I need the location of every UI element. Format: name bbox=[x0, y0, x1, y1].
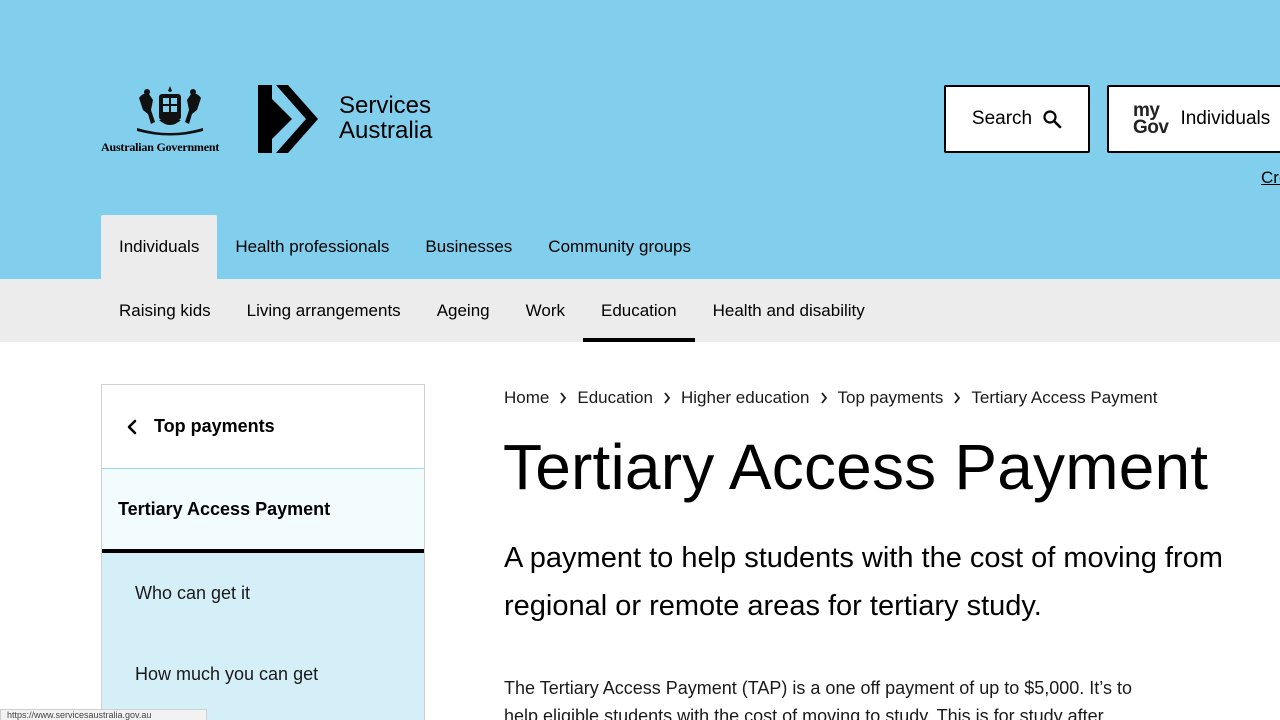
status-bar-url: https://www.servicesaustralia.gov.au bbox=[0, 709, 207, 720]
audience-tab-community-groups[interactable]: Community groups bbox=[530, 215, 709, 279]
audience-tab-health-professionals[interactable]: Health professionals bbox=[217, 215, 407, 279]
topic-nav: Raising kids Living arrangements Ageing … bbox=[0, 279, 1280, 342]
services-australia-line1: Services bbox=[339, 92, 432, 119]
topic-living-arrangements[interactable]: Living arrangements bbox=[229, 279, 419, 342]
side-nav-back-label: Top payments bbox=[154, 416, 275, 436]
coat-of-arms-icon bbox=[137, 86, 203, 136]
page-body-text: The Tertiary Access Payment (TAP) is a o… bbox=[504, 678, 1132, 720]
mygov-logo-line2: Gov bbox=[1133, 117, 1169, 138]
mygov-logo-icon: my Gov bbox=[1133, 101, 1169, 138]
services-australia-logo[interactable]: Services Australia bbox=[258, 85, 458, 153]
side-nav-item-who-can-get-it[interactable]: Who can get it bbox=[102, 553, 424, 633]
page-lead: A payment to help students with the cost… bbox=[504, 542, 1223, 622]
australian-government-logo[interactable]: Australian Government bbox=[101, 84, 239, 156]
services-australia-text: Services Australia bbox=[339, 93, 432, 143]
site-header: Australian Government Services Australia… bbox=[0, 0, 1280, 279]
side-nav-current-page[interactable]: Tertiary Access Payment bbox=[102, 469, 424, 553]
audience-tab-individuals[interactable]: Individuals bbox=[101, 215, 218, 279]
services-australia-line2: Australia bbox=[339, 117, 433, 144]
audience-tab-businesses[interactable]: Businesses bbox=[407, 215, 530, 279]
page-title: Tertiary Access Payment bbox=[503, 431, 1209, 503]
side-nav-subsections: Who can get it How much you can get bbox=[102, 553, 424, 720]
side-nav-item-how-much-you-can-get[interactable]: How much you can get bbox=[102, 633, 424, 715]
search-button-label: Search bbox=[971, 108, 1033, 129]
chevron-right-icon bbox=[820, 392, 828, 404]
mygov-sign-in-button[interactable]: my Gov Individuals bbox=[1107, 85, 1280, 153]
topic-work[interactable]: Work bbox=[508, 279, 583, 342]
breadcrumb-current-page: Tertiary Access Payment bbox=[971, 388, 1158, 407]
breadcrumb-home[interactable]: Home bbox=[504, 388, 549, 408]
audience-nav: Individuals Health professionals Busines… bbox=[101, 215, 709, 279]
breadcrumb-higher-education[interactable]: Higher education bbox=[681, 388, 810, 408]
chevron-right-icon bbox=[953, 392, 961, 404]
topic-health-and-disability[interactable]: Health and disability bbox=[695, 279, 883, 342]
topic-list: Raising kids Living arrangements Ageing … bbox=[101, 279, 883, 342]
topic-education[interactable]: Education bbox=[582, 279, 695, 342]
side-nav-back-link[interactable]: Top payments bbox=[102, 385, 424, 469]
search-icon bbox=[1043, 110, 1062, 129]
chevron-right-icon bbox=[663, 392, 671, 404]
mygov-button-label: Individuals bbox=[1180, 108, 1271, 129]
create-mygov-link[interactable]: Cre bbox=[1261, 168, 1280, 188]
search-button[interactable]: Search bbox=[944, 85, 1090, 153]
breadcrumb-education[interactable]: Education bbox=[577, 388, 653, 408]
australian-government-text: Australian Government bbox=[101, 140, 220, 154]
chevron-left-icon bbox=[127, 419, 137, 434]
services-australia-chevron-icon bbox=[258, 85, 318, 153]
breadcrumb: Home Education Higher education Top paym… bbox=[504, 388, 1157, 408]
topic-ageing[interactable]: Ageing bbox=[419, 279, 508, 342]
side-nav: Top payments Tertiary Access Payment Who… bbox=[101, 384, 425, 720]
topic-raising-kids[interactable]: Raising kids bbox=[101, 279, 229, 342]
chevron-right-icon bbox=[559, 392, 567, 404]
breadcrumb-top-payments[interactable]: Top payments bbox=[838, 388, 944, 408]
